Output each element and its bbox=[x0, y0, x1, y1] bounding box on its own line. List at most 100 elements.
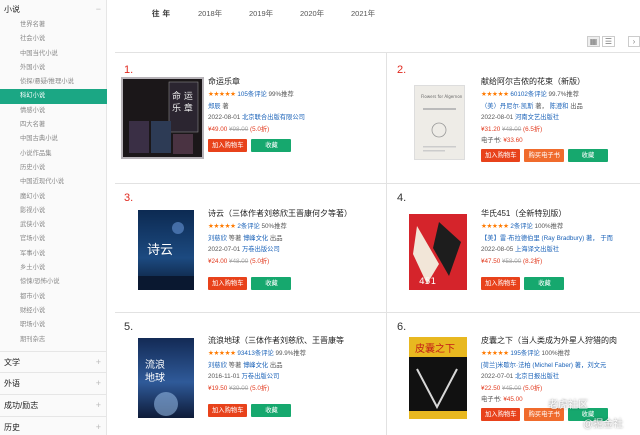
author-link[interactable]: 【美】雷·布拉德伯里 (Ray Bradbury) 著， bbox=[481, 235, 599, 242]
sidebar-item[interactable]: 都市小说 bbox=[0, 290, 107, 304]
sidebar-item[interactable]: 四大名著 bbox=[0, 118, 107, 132]
favorite-button[interactable]: 收藏 bbox=[567, 148, 608, 162]
book-cover[interactable]: 诗云 bbox=[138, 210, 194, 290]
book-title[interactable]: 流浪地球（三体作者刘慈欣、王晋康等 bbox=[208, 335, 380, 348]
book-title[interactable]: 皮囊之下（当人类成为外星人狩猎的肉 bbox=[481, 335, 639, 348]
sidebar-item[interactable]: 惊悚/恐怖小说 bbox=[0, 275, 107, 289]
ebook-label: 电子书: bbox=[481, 396, 502, 403]
ebook-price: ¥45.00 bbox=[503, 396, 523, 403]
price-original: ¥48.00 bbox=[229, 257, 249, 265]
sidebar-item[interactable]: 情感小说 bbox=[0, 104, 107, 118]
discount: (5.0折) bbox=[523, 384, 543, 392]
rating-stars: ★★★★★ bbox=[481, 91, 509, 98]
plus-icon: + bbox=[95, 378, 101, 388]
book-cover[interactable]: 451 bbox=[409, 214, 467, 290]
sidebar-item[interactable]: 军事小说 bbox=[0, 247, 107, 261]
sidebar-item[interactable]: 侦探/悬疑/推理小说 bbox=[0, 75, 107, 89]
category-foreign-language[interactable]: 外语 + bbox=[0, 374, 107, 392]
book-cover[interactable]: 命 运 乐 章 bbox=[121, 77, 204, 159]
sidebar-item[interactable]: 财经小说 bbox=[0, 304, 107, 318]
review-count-link[interactable]: 195条评论 bbox=[510, 350, 539, 357]
add-to-cart-button[interactable]: 加入购物车 bbox=[208, 139, 248, 152]
year-tab-2019[interactable]: 2019年 bbox=[249, 8, 300, 19]
book-info: 命运乐章 ★★★★★ 105条评论 99%推荐 郑辰 著 2022-08-01 … bbox=[208, 76, 380, 152]
list-view-icon[interactable]: ☰ bbox=[602, 36, 615, 47]
favorite-button[interactable]: 收藏 bbox=[251, 139, 292, 152]
rank-number: 1. bbox=[124, 64, 134, 76]
svg-text:诗云: 诗云 bbox=[147, 243, 173, 258]
publish-date: 2022-08-01 bbox=[208, 114, 241, 121]
author-link[interactable]: [荷兰]米歇尔·法柏 (Michel Faber) 著，刘文元 bbox=[481, 362, 606, 369]
grid-view-icon[interactable]: ▦ bbox=[587, 36, 600, 47]
year-tab-2021[interactable]: 2021年 bbox=[351, 8, 402, 19]
book-title[interactable]: 献给阿尔吉侬的花束（新版） bbox=[481, 76, 639, 89]
publish-date: 2022-08-01 bbox=[481, 114, 514, 121]
book-title[interactable]: 华氏451（全新特别版） bbox=[481, 208, 639, 221]
book-title[interactable]: 命运乐章 bbox=[208, 76, 380, 89]
translator-link[interactable]: 于而 bbox=[600, 235, 613, 242]
add-to-cart-button[interactable]: 加入购物车 bbox=[208, 277, 248, 290]
publisher-link[interactable]: 北京联合出版有限公司 bbox=[242, 114, 305, 121]
sidebar-item[interactable]: 影视小说 bbox=[0, 204, 107, 218]
review-count-link[interactable]: 105条评论 bbox=[237, 91, 266, 98]
sidebar-item[interactable]: 外国小说 bbox=[0, 61, 107, 75]
author-role: 著 bbox=[222, 102, 229, 110]
sidebar-item[interactable]: 社会小说 bbox=[0, 32, 107, 46]
publisher-link[interactable]: 上海译文出版社 bbox=[515, 246, 559, 253]
translator-link[interactable]: 陈澄和 bbox=[550, 103, 569, 110]
author-link[interactable]: 刘慈欣 bbox=[208, 362, 227, 369]
year-tab-2018[interactable]: 2018年 bbox=[198, 8, 249, 19]
more-icon[interactable]: › bbox=[628, 36, 640, 47]
sidebar-item[interactable]: 中国近现代小说 bbox=[0, 175, 107, 189]
add-to-cart-button[interactable]: 加入购物车 bbox=[481, 148, 521, 162]
sidebar-item[interactable]: 职场小说 bbox=[0, 318, 107, 332]
sidebar-item[interactable]: 小说作品集 bbox=[0, 147, 107, 161]
category-fiction[interactable]: 小说 − bbox=[0, 0, 107, 18]
rating-stars: ★★★★★ bbox=[481, 223, 509, 230]
category-history[interactable]: 历史 + bbox=[0, 418, 107, 435]
publish-date: 2016-11-01 bbox=[208, 373, 240, 380]
favorite-button[interactable]: 收藏 bbox=[251, 277, 292, 290]
buy-ebook-button[interactable]: 购买电子书 bbox=[524, 148, 564, 162]
publisher-link[interactable]: 万卷出版公司 bbox=[242, 246, 280, 253]
sidebar-item[interactable]: 中国当代小说 bbox=[0, 47, 107, 61]
discount: (8.2折) bbox=[523, 257, 543, 265]
sidebar-item[interactable]: 魔幻小说 bbox=[0, 190, 107, 204]
book-title[interactable]: 诗云（三体作者刘慈欣王晋康何夕等著） bbox=[208, 208, 380, 221]
favorite-button[interactable]: 收藏 bbox=[524, 277, 565, 290]
book-cover[interactable]: 流浪 地球 bbox=[138, 338, 194, 418]
review-count-link[interactable]: 93413条评论 bbox=[237, 350, 273, 357]
review-count-link[interactable]: 60102条评论 bbox=[510, 91, 546, 98]
add-to-cart-button[interactable]: 加入购物车 bbox=[481, 407, 521, 421]
category-success[interactable]: 成功/励志 + bbox=[0, 396, 107, 414]
year-tabs-label: 往年 bbox=[152, 8, 173, 18]
author-link[interactable]: （美）丹尼尔·凯斯 bbox=[481, 103, 533, 110]
year-tab-2020[interactable]: 2020年 bbox=[300, 8, 351, 19]
sidebar-item[interactable]: 官场小说 bbox=[0, 232, 107, 246]
add-to-cart-button[interactable]: 加入购物车 bbox=[481, 277, 521, 290]
book-info: 献给阿尔吉侬的花束（新版） ★★★★★ 60102条评论 99.7%推荐 （美）… bbox=[481, 76, 639, 162]
favorite-button[interactable]: 收藏 bbox=[251, 404, 292, 417]
publisher-link[interactable]: 北京日报出版社 bbox=[515, 373, 559, 380]
book-cover[interactable]: Flowers for Algernon bbox=[414, 85, 465, 160]
sidebar-item[interactable]: 武侠小说 bbox=[0, 218, 107, 232]
sidebar-item[interactable]: 科幻小说 bbox=[0, 89, 107, 104]
svg-text:皮囊之下: 皮囊之下 bbox=[415, 342, 455, 355]
sidebar-item[interactable]: 中国古典小说 bbox=[0, 132, 107, 146]
author-link[interactable]: 刘慈欣 bbox=[208, 235, 227, 242]
translator-link[interactable]: 博峰文化 bbox=[243, 362, 268, 369]
author-link[interactable]: 郑辰 bbox=[208, 103, 221, 110]
category-literature[interactable]: 文学 + bbox=[0, 353, 107, 371]
publisher-link[interactable]: 河南文艺出版社 bbox=[515, 114, 559, 121]
sidebar-item[interactable]: 乡土小说 bbox=[0, 261, 107, 275]
sidebar-item[interactable]: 历史小说 bbox=[0, 161, 107, 175]
book-card: 1. 命 运 乐 章 命运乐章 ★★★★★ 105条评论 99%推荐 郑辰 著 … bbox=[121, 64, 382, 179]
book-cover[interactable]: 皮囊之下 bbox=[409, 337, 467, 419]
review-count-link[interactable]: 2条评论 bbox=[237, 223, 259, 230]
sidebar-item[interactable]: 期刊杂志 bbox=[0, 333, 107, 347]
translator-link[interactable]: 博峰文化 bbox=[243, 235, 268, 242]
publisher-link[interactable]: 万卷出版公司 bbox=[242, 373, 280, 380]
review-count-link[interactable]: 2条评论 bbox=[510, 223, 532, 230]
add-to-cart-button[interactable]: 加入购物车 bbox=[208, 404, 248, 417]
sidebar-item[interactable]: 世界名著 bbox=[0, 18, 107, 32]
